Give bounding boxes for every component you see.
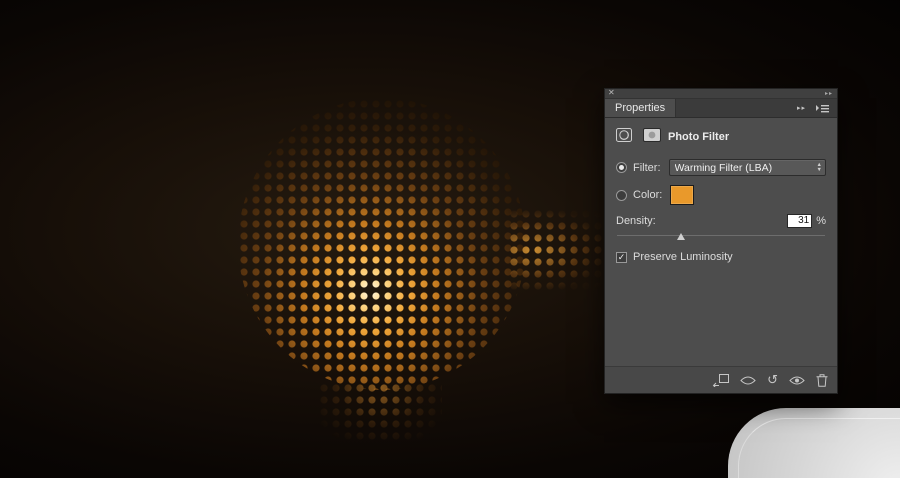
- trash-icon: [816, 374, 828, 387]
- preserve-luminosity-label: Preserve Luminosity: [633, 251, 733, 263]
- clip-to-layer-button[interactable]: [712, 374, 729, 387]
- color-label: Color:: [633, 189, 662, 201]
- density-unit: %: [816, 215, 826, 227]
- reset-button[interactable]: ↺: [767, 374, 778, 387]
- color-swatch[interactable]: [670, 185, 694, 205]
- filter-row: Filter: Warming Filter (LBA) ▲ ▼: [616, 159, 826, 176]
- tab-properties[interactable]: Properties: [605, 99, 676, 117]
- previous-state-eye-icon: [740, 375, 756, 386]
- density-label: Density:: [616, 215, 656, 227]
- panel-footer: ↺: [605, 366, 837, 393]
- panel-tab-controls: ▸▸: [797, 99, 837, 117]
- density-row: Density: 31 %: [616, 214, 826, 228]
- adjustment-header: Photo Filter: [616, 127, 826, 146]
- view-previous-state-button[interactable]: [740, 375, 756, 386]
- collapse-panel-button[interactable]: ▸▸: [825, 89, 833, 99]
- panel-body: Photo Filter Filter: Warming Filter (LBA…: [605, 118, 837, 366]
- speaker-grille-image: [238, 98, 526, 390]
- density-slider[interactable]: [617, 230, 825, 242]
- panel-menu-button[interactable]: [815, 104, 830, 113]
- preserve-luminosity-checkbox[interactable]: ✓: [616, 252, 627, 263]
- preserve-luminosity-row: ✓ Preserve Luminosity: [616, 251, 826, 263]
- corner-card: [728, 408, 900, 478]
- delete-adjustment-button[interactable]: [816, 374, 828, 387]
- photoshop-workspace: ✕ ▸▸ Properties ▸▸: [0, 0, 900, 478]
- close-button[interactable]: ✕: [608, 88, 615, 98]
- filter-dropdown-value: Warming Filter (LBA): [675, 162, 814, 174]
- grille-light-spill-right: [508, 208, 608, 292]
- grille-light-spill-bottom: [318, 382, 442, 440]
- filter-radio[interactable]: [616, 162, 627, 173]
- density-slider-track[interactable]: [617, 235, 825, 236]
- mask-thumbnail-icon[interactable]: [643, 128, 661, 145]
- density-slider-thumb[interactable]: [677, 233, 685, 240]
- color-radio[interactable]: [616, 190, 627, 201]
- panel-menu-icon: [815, 104, 830, 113]
- filter-dropdown[interactable]: Warming Filter (LBA) ▲ ▼: [669, 159, 827, 176]
- visibility-eye-icon: [789, 375, 805, 386]
- properties-panel: ✕ ▸▸ Properties ▸▸: [604, 88, 838, 394]
- panel-title: Photo Filter: [668, 131, 729, 143]
- panel-title-strip: ✕ ▸▸: [605, 89, 837, 99]
- color-row: Color:: [616, 185, 826, 205]
- reset-icon: ↺: [767, 374, 778, 387]
- toggle-visibility-button[interactable]: [789, 375, 805, 386]
- clip-to-layer-icon: [712, 374, 729, 387]
- dropdown-arrows-icon: ▲ ▼: [814, 163, 822, 172]
- density-value-group: 31 %: [787, 214, 826, 228]
- panel-tab-bar: Properties ▸▸: [605, 99, 837, 118]
- filter-label: Filter:: [633, 162, 661, 174]
- density-input[interactable]: 31: [787, 214, 812, 228]
- photo-filter-adjustment-icon[interactable]: [616, 127, 636, 146]
- collapse-to-icons-button[interactable]: ▸▸: [797, 104, 806, 112]
